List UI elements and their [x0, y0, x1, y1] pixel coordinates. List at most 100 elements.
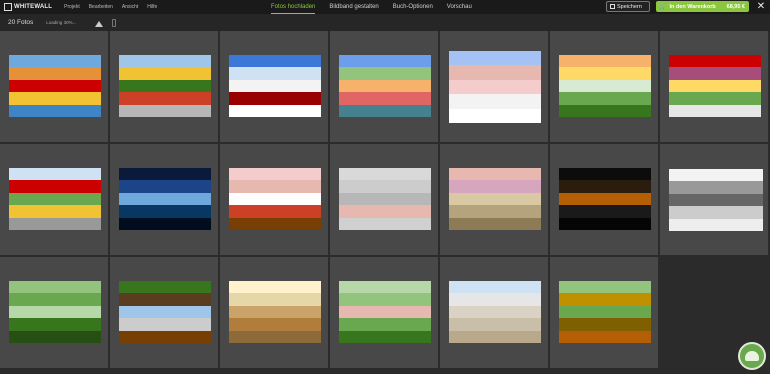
- photo-thumbnail[interactable]: [449, 51, 541, 123]
- photo-tile[interactable]: [110, 257, 219, 369]
- photo-color-band: [449, 180, 541, 194]
- photo-thumbnail[interactable]: [339, 55, 431, 117]
- step-tabs: Fotos hochladen Bildband gestalten Buch-…: [271, 0, 486, 14]
- save-button[interactable]: Speichern: [606, 1, 650, 12]
- menu-hilfe[interactable]: Hilfe: [147, 4, 157, 10]
- photo-color-band: [119, 217, 211, 230]
- menu-bearbeiten[interactable]: Bearbeiten: [89, 4, 113, 10]
- photo-color-band: [229, 205, 321, 218]
- tab-bildband-gestalten[interactable]: Bildband gestalten: [329, 0, 378, 14]
- photo-color-band: [669, 169, 763, 182]
- photo-thumbnail[interactable]: [669, 169, 763, 231]
- photo-color-band: [229, 293, 321, 307]
- photo-color-band: [9, 330, 101, 343]
- photo-tile[interactable]: [660, 144, 769, 256]
- photo-color-band: [559, 318, 651, 331]
- photo-thumbnail[interactable]: [119, 55, 211, 117]
- close-icon[interactable]: ✕: [755, 0, 767, 14]
- photo-color-band: [669, 206, 763, 219]
- photo-tile[interactable]: [110, 31, 219, 143]
- photo-tile[interactable]: [550, 257, 659, 369]
- photo-tile[interactable]: [660, 31, 769, 143]
- photo-tile[interactable]: [440, 31, 549, 143]
- photo-color-band: [339, 79, 431, 93]
- tab-fotos-hochladen[interactable]: Fotos hochladen: [271, 0, 316, 14]
- photo-color-band: [449, 330, 541, 343]
- photo-tile[interactable]: [330, 257, 439, 369]
- photo-thumbnail[interactable]: [229, 168, 321, 230]
- photo-thumbnail[interactable]: [119, 168, 211, 230]
- cart-icon: 🛒: [659, 4, 667, 10]
- photo-thumbnail[interactable]: [9, 168, 101, 230]
- photo-tile[interactable]: [550, 144, 659, 256]
- photo-color-band: [119, 168, 211, 181]
- menu-ansicht[interactable]: Ansicht: [122, 4, 138, 10]
- photo-color-band: [229, 92, 321, 105]
- portrait-filter-icon[interactable]: [112, 18, 117, 27]
- cart-price: 68,95 €: [726, 3, 745, 10]
- photo-color-band: [339, 67, 431, 81]
- assistant-icon: [745, 351, 759, 361]
- photo-thumbnail[interactable]: [229, 55, 321, 117]
- photo-color-band: [229, 192, 321, 206]
- photo-tile[interactable]: [440, 257, 549, 369]
- loading-status: Loading 30%...: [46, 20, 77, 25]
- add-to-cart-button[interactable]: 🛒 In den Warenkorb 68,95 €: [656, 1, 749, 12]
- photo-thumbnail[interactable]: [9, 281, 101, 343]
- photo-tile[interactable]: [330, 144, 439, 256]
- photo-thumbnail[interactable]: [449, 168, 541, 230]
- photo-thumbnail[interactable]: [119, 281, 211, 343]
- photo-color-band: [449, 217, 541, 230]
- photo-thumbnail[interactable]: [339, 281, 431, 343]
- photo-color-band: [119, 180, 211, 194]
- photo-tile[interactable]: [330, 31, 439, 143]
- photo-color-band: [449, 79, 541, 95]
- photo-thumbnail[interactable]: [559, 168, 651, 230]
- photo-tile[interactable]: [220, 144, 329, 256]
- cart-label: In den Warenkorb: [669, 3, 716, 10]
- landscape-filter-icon[interactable]: [95, 19, 104, 27]
- tab-buch-optionen[interactable]: Buch-Optionen: [393, 0, 433, 14]
- top-bar: WHITEWALL Projekt Bearbeiten Ansicht Hil…: [0, 0, 770, 14]
- menu-projekt[interactable]: Projekt: [64, 4, 80, 10]
- photo-color-band: [559, 305, 651, 319]
- tab-vorschau[interactable]: Vorschau: [447, 0, 472, 14]
- photo-color-band: [669, 92, 761, 105]
- photo-color-band: [669, 218, 763, 231]
- photo-tile[interactable]: [0, 31, 109, 143]
- photo-thumbnail[interactable]: [449, 281, 541, 343]
- photo-thumbnail[interactable]: [229, 281, 321, 343]
- photo-color-band: [119, 192, 211, 206]
- photo-color-band: [9, 180, 101, 194]
- photo-thumbnail[interactable]: [669, 55, 761, 117]
- photo-tile[interactable]: [0, 144, 109, 256]
- photo-color-band: [339, 293, 431, 307]
- photo-tile[interactable]: [440, 144, 549, 256]
- photo-thumbnail[interactable]: [559, 281, 651, 343]
- photo-tile[interactable]: [0, 257, 109, 369]
- help-assistant-button[interactable]: [738, 342, 766, 370]
- photo-color-band: [339, 180, 431, 194]
- photo-thumbnail[interactable]: [9, 55, 101, 117]
- photo-grid: [0, 31, 770, 374]
- photo-tile[interactable]: [220, 31, 329, 143]
- brand-logo[interactable]: WHITEWALL: [4, 0, 52, 14]
- photo-color-band: [559, 192, 651, 206]
- photo-color-band: [339, 217, 431, 230]
- photo-color-band: [229, 180, 321, 194]
- photo-color-band: [339, 205, 431, 218]
- photo-color-band: [119, 293, 211, 307]
- photo-color-band: [9, 79, 101, 93]
- main-menu: Projekt Bearbeiten Ansicht Hilfe: [64, 4, 166, 10]
- photo-thumbnail[interactable]: [559, 55, 651, 117]
- photo-tile[interactable]: [110, 144, 219, 256]
- photo-color-band: [559, 79, 651, 93]
- photo-color-band: [449, 293, 541, 307]
- photo-tile[interactable]: [550, 31, 659, 143]
- photo-color-band: [9, 281, 101, 294]
- photo-thumbnail[interactable]: [339, 168, 431, 230]
- photo-color-band: [669, 67, 761, 81]
- photo-color-band: [9, 217, 101, 230]
- photo-tile[interactable]: [220, 257, 329, 369]
- photo-color-band: [559, 168, 651, 181]
